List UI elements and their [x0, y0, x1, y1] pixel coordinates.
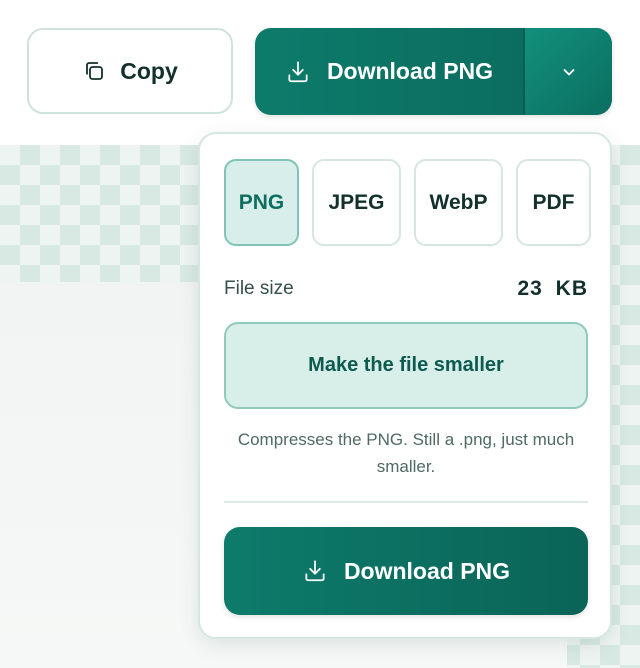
copy-button-label: Copy	[120, 57, 178, 84]
copy-icon	[82, 59, 106, 83]
download-button[interactable]: Download PNG	[255, 28, 525, 115]
chevron-down-icon	[561, 64, 577, 80]
file-size-row: File size 23 KB	[224, 277, 588, 301]
compress-button[interactable]: Make the file smaller	[224, 322, 588, 409]
format-option-webp[interactable]: WebP	[414, 159, 503, 246]
file-size-label: File size	[224, 278, 294, 299]
compress-note: Compresses the PNG. Still a .png, just m…	[237, 430, 575, 476]
format-selector: PNG JPEG WebP PDF	[224, 159, 591, 246]
download-button-label: Download PNG	[326, 58, 494, 84]
format-option-png[interactable]: PNG	[224, 159, 299, 246]
download-icon	[302, 558, 328, 584]
download-icon	[285, 59, 311, 85]
download-split-button: Download PNG	[255, 28, 612, 115]
format-option-pdf[interactable]: PDF	[516, 159, 591, 246]
file-size-value: 23 KB	[517, 277, 588, 300]
divider	[224, 501, 588, 503]
panel-download-button[interactable]: Download PNG	[224, 527, 588, 615]
copy-button[interactable]: Copy	[27, 28, 233, 114]
export-options-panel: PNG JPEG WebP PDF File size 23 KB Make t…	[198, 132, 612, 639]
panel-download-button-label: Download PNG	[343, 557, 511, 584]
download-options-toggle[interactable]	[525, 28, 612, 115]
format-option-jpeg[interactable]: JPEG	[312, 159, 401, 246]
